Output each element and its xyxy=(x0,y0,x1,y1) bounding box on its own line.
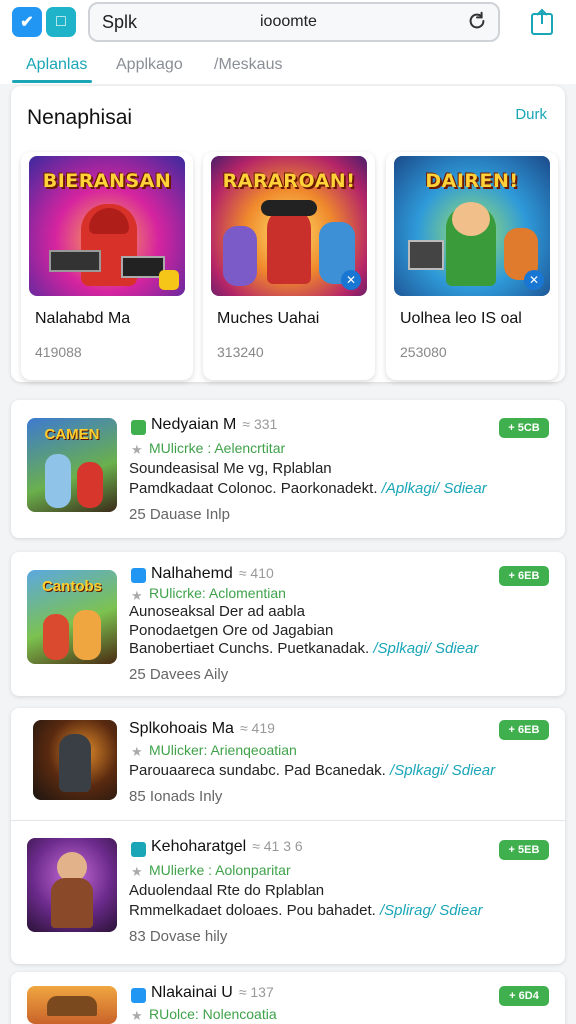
game-name: Muches Uahai xyxy=(217,310,320,327)
item-description: Aduolendaal Rte do Rplablan xyxy=(129,882,325,899)
search-input[interactable]: Splk iooomte xyxy=(88,2,500,42)
size-badge[interactable]: + 5CB xyxy=(499,418,549,438)
active-tab-indicator xyxy=(12,80,92,83)
app-icon-b[interactable]: □ xyxy=(46,7,76,37)
item-description-2: Ponodaetgen Ore od Jagabian xyxy=(129,622,334,639)
game-art: BIERANSAN xyxy=(29,156,185,296)
list-group: Splkohoais Ma ≈ 419 ★ MUlicker: Arienqeoa… xyxy=(11,708,565,964)
badge-icon xyxy=(159,270,179,290)
featured-card[interactable]: DAIREN! ✕ Uolhea leo IS oal 253080 xyxy=(386,152,558,380)
size-badge[interactable]: + 6EB xyxy=(499,566,549,586)
item-title: Nedyaian M ≈ 331 xyxy=(151,416,278,433)
featured-more-link[interactable]: Durk xyxy=(515,106,547,123)
featured-card[interactable]: BIERANSAN Nalahabd Ma 419088 xyxy=(21,152,193,380)
download-count: 313240 xyxy=(217,344,264,360)
tab-bar: Aplanlas Applkago /Meskaus xyxy=(0,46,576,84)
verified-icon xyxy=(131,420,146,435)
app-icon-a[interactable]: ✔ xyxy=(12,7,42,37)
badge-icon: ✕ xyxy=(524,270,544,290)
item-meta: 85 Ionads Inly xyxy=(129,788,223,805)
item-link[interactable]: /Splirag/ Sdiear xyxy=(380,902,483,919)
top-bar: ✔ □ Splk iooomte xyxy=(0,0,576,46)
star-icon: ★ xyxy=(131,744,143,759)
size-badge[interactable]: + 5EB xyxy=(499,840,549,860)
art-title: BIERANSAN xyxy=(42,170,172,192)
item-meta: 25 Davees Aily xyxy=(129,666,229,683)
item-description-2: Pamdkadaat Colonoc. Paorkonadekt. /Aplka… xyxy=(129,480,487,497)
tab-applkago[interactable]: Applkago xyxy=(116,56,183,74)
game-thumbnail: CAMEN xyxy=(27,418,117,512)
item-meta: 83 Dovase hily xyxy=(129,928,228,945)
download-count: 253080 xyxy=(400,344,447,360)
item-subtitle: RUlicrke: Aclomentian xyxy=(149,585,286,601)
item-description: Parouaareca sundabc. Pad Bcanedak. /Splk… xyxy=(129,762,496,779)
game-thumbnail xyxy=(33,720,117,800)
game-art: DAIREN! ✕ xyxy=(394,156,550,296)
art-title: RARAROAN! xyxy=(222,170,356,192)
item-link[interactable]: /Splkagi/ Sdiear xyxy=(390,762,495,779)
featured-card[interactable]: RARAROAN! ✕ Muches Uahai 313240 xyxy=(203,152,375,380)
search-center-text: iooomte xyxy=(260,13,317,30)
verified-icon xyxy=(131,842,146,857)
thumb-label: CAMEN xyxy=(44,426,100,443)
item-title: Nalhahemd ≈ 410 xyxy=(151,565,274,582)
divider xyxy=(11,820,565,821)
item-description: Aunoseaksal Der ad aabla xyxy=(129,603,305,620)
item-title: Kehoharatgel ≈ 41 3 6 xyxy=(151,838,303,855)
badge-icon: ✕ xyxy=(341,270,361,290)
thumb-label: Cantobs xyxy=(42,578,102,595)
game-thumbnail xyxy=(27,838,117,932)
list-item[interactable]: Cantobs Nalhahemd ≈ 410 ★ RUlicrke: Aclom… xyxy=(11,552,565,696)
game-thumbnail xyxy=(27,986,117,1024)
item-link[interactable]: /Splkagi/ Sdiear xyxy=(373,640,478,657)
item-subtitle: MUlicrke : Aelencrtitar xyxy=(149,440,286,456)
item-description-3: Banobertiaet Cunchs. Puetkanadak. /Splka… xyxy=(129,640,479,657)
art-title: DAIREN! xyxy=(425,170,519,192)
verified-icon xyxy=(131,568,146,583)
game-name: Uolhea leo IS oal xyxy=(400,310,522,327)
featured-title: Nenaphisai xyxy=(27,106,133,129)
item-meta: 25 Dauase Inlp xyxy=(129,506,230,523)
tab-aplanlas[interactable]: Aplanlas xyxy=(26,56,87,74)
verified-icon xyxy=(131,988,146,1003)
star-icon: ★ xyxy=(131,864,143,879)
featured-section: Nenaphisai Durk BIERANSAN Nalahabd Ma 41… xyxy=(11,86,565,382)
list-item[interactable]: Nlakainai U ≈ 137 ★ RUolce: Nolencoatia +… xyxy=(11,972,565,1024)
download-count: 419088 xyxy=(35,344,82,360)
item-title: Nlakainai U ≈ 137 xyxy=(151,984,274,1001)
size-badge[interactable]: + 6D4 xyxy=(499,986,549,1006)
tab-meskaus[interactable]: /Meskaus xyxy=(214,56,282,74)
item-link[interactable]: /Aplkagi/ Sdiear xyxy=(382,480,487,497)
share-icon[interactable] xyxy=(528,6,556,36)
game-art: RARAROAN! ✕ xyxy=(211,156,367,296)
size-badge[interactable]: + 6EB xyxy=(499,720,549,740)
game-name: Nalahabd Ma xyxy=(35,310,131,327)
star-icon: ★ xyxy=(131,1008,143,1023)
search-value: Splk xyxy=(102,12,138,32)
refresh-icon[interactable] xyxy=(466,10,488,32)
list-item[interactable]: CAMEN Nedyaian M ≈ 331 ★ MUlicrke : Aelen… xyxy=(11,400,565,538)
item-subtitle: RUolce: Nolencoatia xyxy=(149,1006,277,1022)
star-icon: ★ xyxy=(131,442,143,457)
game-thumbnail: Cantobs xyxy=(27,570,117,664)
item-description-2: Rmmelkadaet doloaes. Pou bahadet. /Splir… xyxy=(129,902,483,919)
star-icon: ★ xyxy=(131,588,143,603)
item-subtitle: MUlicker: Arienqeoatian xyxy=(149,742,297,758)
item-subtitle: MUlierke : Aolonparitar xyxy=(149,862,291,878)
item-description: Soundeasisal Me vg, Rplablan xyxy=(129,460,332,477)
item-title: Splkohoais Ma ≈ 419 xyxy=(129,720,275,737)
